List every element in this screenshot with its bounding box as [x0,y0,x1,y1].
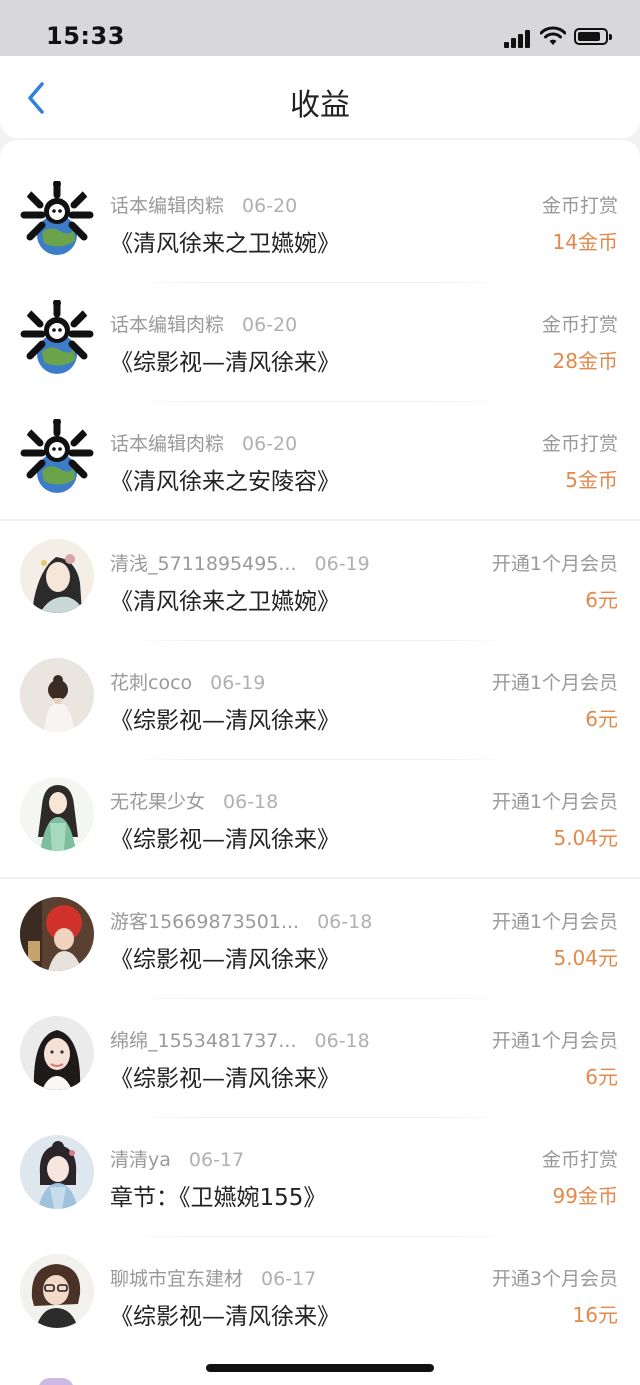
painted-lady-avatar [20,1135,94,1209]
income-amount: 28金币 [552,349,618,373]
income-amount: 14金币 [552,230,618,254]
work-title: 《综影视—清风徐来》 [110,350,340,376]
user-name: 话本编辑肉粽 [110,433,225,455]
girl-back-avatar [20,658,94,732]
income-type: 金币打赏 [541,1149,618,1171]
home-indicator[interactable] [206,1364,434,1372]
date: 06-19 [210,672,266,694]
work-title: 《综影视—清风徐来》 [110,708,340,734]
battery-icon [574,28,612,45]
list-item[interactable]: 清清ya 06-17 章节：《卫嬿婉155》 金币打赏 99金币 [0,1094,640,1213]
work-title: 《综影视—清风徐来》 [110,947,340,973]
work-title: 《清风徐来之卫嬿婉》 [110,589,340,615]
list-item[interactable]: 聊城市宜东建材 06-17 《综影视—清风徐来》 开通3个月会员 16元 [0,1213,640,1332]
list-item[interactable]: 话本编辑肉粽 06-20 《综影视—清风徐来》 金币打赏 28金币 [0,259,640,378]
income-amount: 5.04元 [553,826,618,850]
income-amount: 16元 [572,1303,618,1327]
user-name: 清浅_5711895495... [110,553,297,575]
income-amount: 6元 [585,707,618,731]
income-amount: 5金币 [565,468,618,492]
woman-glasses-avatar [20,1254,94,1328]
list-item[interactable]: 清浅_5711895495... 06-19 《清风徐来之卫嬿婉》 开通1个月会员… [0,498,640,617]
work-title: 《清风徐来之安陵容》 [110,469,340,495]
user-name: 聊城市宜东建材 [110,1268,244,1290]
wifi-icon [540,26,566,45]
work-title: 《综影视—清风徐来》 [110,1304,340,1330]
date: 06-20 [242,314,298,336]
user-name: 话本编辑肉粽 [110,195,225,217]
earnings-list[interactable]: 话本编辑肉粽 06-20 《清风徐来之卫嬿婉》 金币打赏 14金币 话本编辑肉粽 0… [0,140,640,1385]
list-item[interactable]: 话本编辑肉粽 06-20 《清风徐来之安陵容》 金币打赏 5金币 [0,378,640,497]
date: 06-18 [223,791,279,813]
user-meta: 聊城市宜东建材 06-17 [110,1264,316,1291]
user-meta: 清清ya 06-17 [110,1145,244,1172]
income-amount: 5.04元 [553,946,618,970]
user-meta: 清浅_5711895495... 06-19 [110,549,370,576]
user-meta: 无花果少女 06-18 [110,787,278,814]
ancient-lady-avatar [20,539,94,613]
girl-portrait-avatar [20,1016,94,1090]
user-name: 无花果少女 [110,791,206,813]
list-item[interactable]: 游客15669873501... 06-18 《综影视—清风徐来》 开通1个月会员… [0,856,640,975]
income-type: 开通1个月会员 [491,911,618,933]
status-time: 15:33 [46,22,125,50]
date: 06-19 [314,553,370,575]
work-title: 章节：《卫嬿婉155》 [110,1185,327,1211]
panda-avatar [20,181,94,255]
income-type: 开通1个月会员 [491,1030,618,1052]
list-item[interactable]: 绵绵_1553481737... 06-18 《综影视—清风徐来》 开通1个月会员… [0,975,640,1094]
income-amount: 99金币 [552,1184,618,1208]
income-type: 开通1个月会员 [491,791,618,813]
income-type: 金币打赏 [541,314,618,336]
list-item[interactable]: 话本编辑肉粽 06-20 《清风徐来之卫嬿婉》 金币打赏 14金币 [0,140,640,259]
work-title: 《综影视—清风徐来》 [110,827,340,853]
user-meta: 游客15669873501... 06-18 [110,907,372,934]
income-type: 金币打赏 [541,433,618,455]
status-bar: 15:33 [0,0,640,56]
income-type: 开通3个月会员 [491,1268,618,1290]
date: 06-17 [188,1149,245,1171]
user-meta: 话本编辑肉粽 06-20 [110,429,297,456]
income-type: 金币打赏 [541,195,618,217]
income-type: 开通1个月会员 [491,553,618,575]
user-name: 话本编辑肉粽 [110,314,225,336]
user-name: 花刺coco [110,672,193,694]
income-amount: 6元 [585,1065,618,1089]
work-title: 《清风徐来之卫嬿婉》 [110,231,340,257]
date: 06-20 [242,195,298,217]
panda-avatar [20,300,94,374]
date: 06-17 [261,1268,317,1290]
user-name: 绵绵_1553481737... [110,1030,297,1052]
panda-avatar [20,419,94,493]
user-meta: 话本编辑肉粽 06-20 [110,310,297,337]
date: 06-18 [317,911,373,933]
navigation-bar: 收益 [0,56,640,138]
list-item[interactable]: 无花果少女 06-18 《综影视—清风徐来》 开通1个月会员 5.04元 [0,736,640,855]
user-meta: 花刺coco 06-19 [110,668,265,695]
cellular-signal-icon [504,30,534,48]
date: 06-18 [314,1030,370,1052]
user-name: 清清ya [110,1149,171,1171]
list-item[interactable]: 花刺coco 06-19 《综影视—清风徐来》 开通1个月会员 6元 [0,617,640,736]
work-title: 《综影视—清风徐来》 [110,1066,340,1092]
user-meta: 话本编辑肉粽 06-20 [110,191,297,218]
income-amount: 6元 [585,588,618,612]
page-title: 收益 [290,88,350,123]
next-item-avatar [38,1378,74,1385]
user-meta: 绵绵_1553481737... 06-18 [110,1026,370,1053]
user-name: 游客15669873501... [110,911,300,933]
red-hat-avatar [20,897,94,971]
date: 06-20 [242,433,298,455]
green-dress-avatar [20,777,94,851]
income-type: 开通1个月会员 [491,672,618,694]
